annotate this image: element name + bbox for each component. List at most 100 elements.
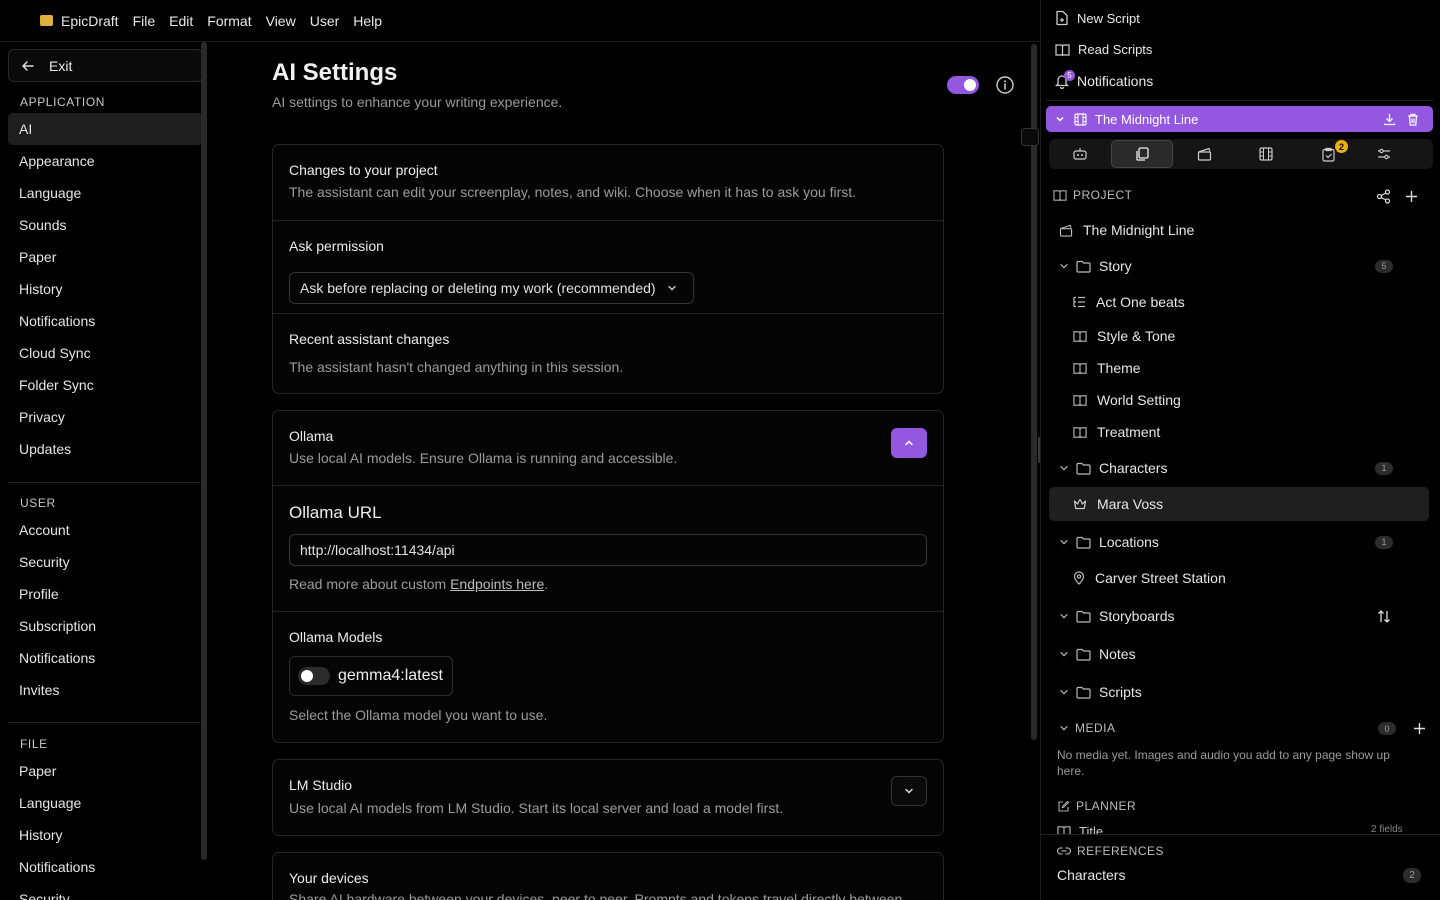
- tree-item-theme[interactable]: Theme: [1049, 351, 1429, 385]
- media-count: 0: [1378, 722, 1396, 735]
- nav-item-language[interactable]: Language: [8, 177, 203, 209]
- nav-item-notifications[interactable]: Notifications: [8, 305, 203, 337]
- nav-item-updates[interactable]: Updates: [8, 433, 203, 465]
- tree-item-world-setting[interactable]: World Setting: [1049, 383, 1429, 417]
- references-count: 2: [1403, 868, 1421, 883]
- tree-locations-label: Locations: [1099, 534, 1159, 550]
- toolbar-tasks[interactable]: 2: [1297, 140, 1359, 168]
- main-scrollbar[interactable]: [1031, 44, 1037, 740]
- tree-characters-label: Characters: [1099, 460, 1168, 476]
- split-panel-button[interactable]: [1021, 128, 1039, 146]
- nav-item-sounds[interactable]: Sounds: [8, 209, 203, 241]
- ai-enabled-toggle[interactable]: [947, 76, 979, 94]
- toolbar-pages[interactable]: [1111, 140, 1173, 168]
- nav-item-cloud-sync[interactable]: Cloud Sync: [8, 337, 203, 369]
- menu-view[interactable]: View: [266, 13, 296, 29]
- menu-user[interactable]: User: [310, 13, 340, 29]
- download-icon[interactable]: [1383, 113, 1396, 126]
- toolbar-settings[interactable]: [1359, 140, 1409, 168]
- nav-item-security[interactable]: Security: [8, 546, 203, 578]
- tree-folder-storyboards[interactable]: Storyboards: [1049, 599, 1429, 633]
- lmstudio-expand-button[interactable]: [891, 776, 927, 806]
- nav-item-appearance[interactable]: Appearance: [8, 145, 203, 177]
- folder-icon: [1076, 648, 1091, 661]
- ollama-url-input[interactable]: http://localhost:11434/api: [289, 534, 927, 566]
- sort-arrows-icon[interactable]: [1377, 609, 1391, 624]
- page-title: AI Settings: [272, 59, 398, 86]
- ollama-collapse-button[interactable]: [891, 428, 927, 458]
- divider: [1046, 100, 1433, 101]
- nav-item-subscription[interactable]: Subscription: [8, 610, 203, 642]
- ollama-url-value: http://localhost:11434/api: [300, 542, 455, 558]
- menu-file[interactable]: File: [133, 13, 156, 29]
- share-icon[interactable]: [1376, 189, 1391, 204]
- plus-icon[interactable]: [1405, 190, 1418, 203]
- toolbar-scenes[interactable]: [1173, 140, 1235, 168]
- nav-item-privacy[interactable]: Privacy: [8, 401, 203, 433]
- nav-item-file-notifications[interactable]: Notifications: [8, 851, 203, 883]
- app-logo-icon: [40, 15, 53, 26]
- tree-item-carver-street-station[interactable]: Carver Street Station: [1049, 561, 1429, 595]
- folder-icon: [1076, 536, 1091, 549]
- media-section-header[interactable]: MEDIA: [1059, 721, 1116, 735]
- nav-item-history[interactable]: History: [8, 273, 203, 305]
- toolbar-film[interactable]: [1235, 140, 1297, 168]
- map-pin-icon: [1073, 571, 1085, 585]
- book-icon: [1073, 426, 1087, 438]
- crown-icon: [1073, 498, 1087, 510]
- nav-item-file-security[interactable]: Security: [8, 883, 203, 900]
- ollama-models-desc: Select the Ollama model you want to use.: [289, 707, 548, 723]
- nav-item-profile[interactable]: Profile: [8, 578, 203, 610]
- tree-folder-scripts[interactable]: Scripts: [1049, 675, 1429, 709]
- read-more-prefix: Read more about custom: [289, 576, 451, 592]
- nav-item-paper[interactable]: Paper: [8, 241, 203, 273]
- info-button[interactable]: [996, 76, 1014, 94]
- tree-item-treatment[interactable]: Treatment: [1049, 415, 1429, 449]
- menu-format[interactable]: Format: [207, 13, 251, 29]
- nav-item-file-paper[interactable]: Paper: [8, 755, 203, 787]
- media-heading: MEDIA: [1075, 721, 1116, 735]
- chevron-down-icon: [667, 285, 676, 291]
- tree-folder-notes[interactable]: Notes: [1049, 637, 1429, 671]
- tree-item-style-tone[interactable]: Style & Tone: [1049, 319, 1429, 353]
- nav-item-folder-sync[interactable]: Folder Sync: [8, 369, 203, 401]
- model-toggle[interactable]: [298, 667, 330, 685]
- tree-folder-characters[interactable]: Characters 1: [1049, 451, 1429, 485]
- tree-folder-locations[interactable]: Locations 1: [1049, 525, 1429, 559]
- references-item[interactable]: Characters: [1057, 867, 1125, 883]
- plus-icon[interactable]: [1413, 722, 1426, 735]
- nav-item-user-notifications[interactable]: Notifications: [8, 642, 203, 674]
- nav-item-ai[interactable]: AI: [8, 113, 203, 145]
- copy-icon: [1136, 147, 1149, 161]
- recent-changes-title: Recent assistant changes: [289, 331, 450, 347]
- project-selector[interactable]: The Midnight Line: [1046, 106, 1433, 132]
- tree-item-project-root[interactable]: The Midnight Line: [1049, 213, 1429, 247]
- notifications-button[interactable]: 5 Notifications: [1055, 70, 1153, 89]
- read-scripts-button[interactable]: Read Scripts: [1055, 42, 1152, 57]
- sidebar-scrollbar[interactable]: [201, 42, 207, 860]
- project-section-header: PROJECT: [1053, 188, 1133, 202]
- tree-storyboards-label: Storyboards: [1099, 608, 1175, 624]
- trash-icon[interactable]: [1407, 113, 1419, 126]
- nav-item-account[interactable]: Account: [8, 514, 203, 546]
- endpoints-link[interactable]: Endpoints here: [450, 576, 544, 592]
- tree-notes-label: Notes: [1099, 646, 1136, 662]
- references-section-header: REFERENCES: [1057, 844, 1164, 858]
- nav-item-invites[interactable]: Invites: [8, 674, 203, 706]
- nav-item-file-language[interactable]: Language: [8, 787, 203, 819]
- tree-item-act-one-beats[interactable]: Act One beats: [1049, 285, 1429, 319]
- menu-edit[interactable]: Edit: [169, 13, 193, 29]
- toolbar-assistant[interactable]: [1049, 140, 1111, 168]
- app-name: EpicDraft: [61, 12, 119, 29]
- nav-item-file-history[interactable]: History: [8, 819, 203, 851]
- new-script-button[interactable]: New Script: [1055, 10, 1140, 26]
- tree-item-mara-voss[interactable]: Mara Voss: [1049, 487, 1429, 521]
- link-icon: [1057, 847, 1071, 855]
- exit-button[interactable]: Exit: [8, 49, 203, 82]
- menu-help[interactable]: Help: [353, 13, 382, 29]
- new-script-label: New Script: [1077, 10, 1140, 26]
- tree-folder-story[interactable]: Story 5: [1049, 249, 1429, 283]
- model-chip[interactable]: gemma4:latest: [289, 656, 453, 696]
- permission-select[interactable]: Ask before replacing or deleting my work…: [289, 272, 694, 304]
- file-nav: Paper Language History Notifications Sec…: [8, 755, 203, 900]
